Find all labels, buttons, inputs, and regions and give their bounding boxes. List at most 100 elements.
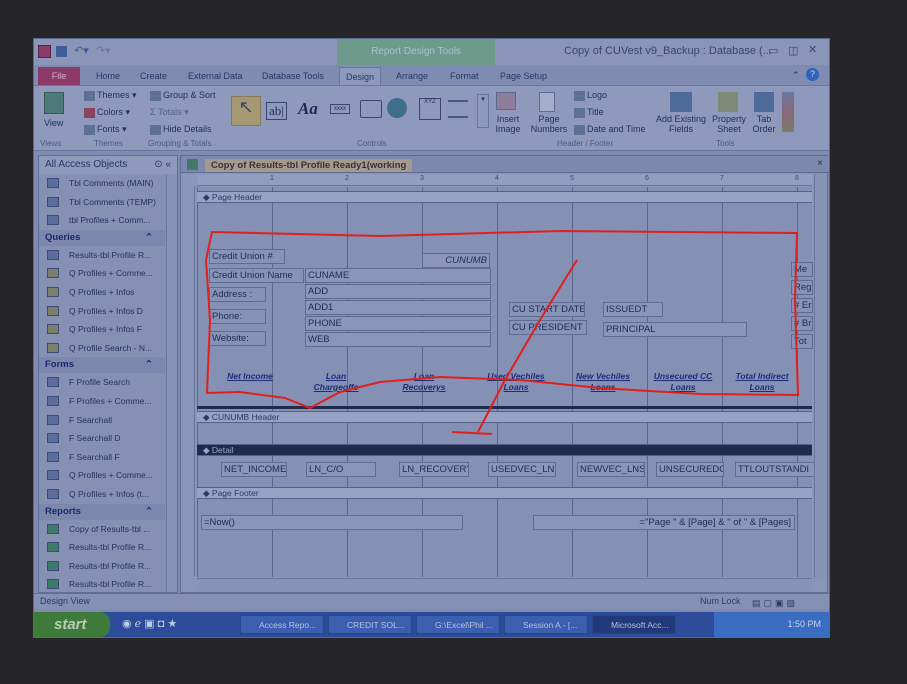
vertical-scrollbar[interactable] [814,174,827,578]
start-button[interactable]: start [34,612,110,637]
nav-item-table[interactable]: Tbl Comments (MAIN) [39,174,165,193]
hide-details-button[interactable]: Hide Details [150,124,212,135]
close-button[interactable]: ✕ [808,43,817,56]
cu-president-label[interactable]: CU PRESIDENT [509,320,587,335]
add1-field[interactable]: ADD1 [305,300,491,315]
fonts-button[interactable]: Fonts ▾ [84,124,127,135]
tab-file[interactable]: File [38,67,80,85]
nav-section-queries[interactable]: Queries ⌃ [39,229,165,246]
themes-button[interactable]: Themes ▾ [84,90,137,101]
tab-database-tools[interactable]: Database Tools [256,67,330,85]
tab-external-data[interactable]: External Data [182,67,249,85]
add-field[interactable]: ADD [305,284,491,299]
nav-item[interactable]: Results-tbl Profile R... [39,575,165,594]
column-header-label[interactable]: Net Income [219,371,281,382]
cut-off-label[interactable]: # Er [791,298,813,313]
cu-name-label[interactable]: Credit Union Name [209,268,304,283]
detail-field[interactable]: LN_C/O [306,462,376,477]
nav-section-reports[interactable]: Reports ⌃ [39,503,165,520]
property-sheet-button[interactable]: Property Sheet [710,114,748,134]
nav-item[interactable]: Q Profiles + Comme... [39,264,165,283]
now-field[interactable]: =Now() [201,515,463,530]
nav-item[interactable]: F Profiles + Comme... [39,392,165,411]
tab-order-button[interactable]: Tab Order [750,114,778,134]
nav-header[interactable]: All Access Objects ⊙ « [39,156,177,174]
column-header-label[interactable]: Loan Chargeoffs [305,371,367,393]
detail-field[interactable]: UNSECUREDCC [656,462,724,477]
page-count-field[interactable]: ="Page " & [Page] & " of " & [Pages] [533,515,795,530]
quick-launch-icons[interactable]: ◉ ℯ ▣ ◘ ★ [122,617,177,630]
detail-field[interactable]: LN_RECOVERY [399,462,469,477]
principal-field[interactable]: PRINCIPAL [603,322,747,337]
view-switcher-icons[interactable]: ▤▢▣▨ [752,596,798,611]
select-pointer-button[interactable]: ↖ [231,96,261,126]
colors-button[interactable]: Colors ▾ [84,107,130,118]
insert-image-button[interactable]: Insert Image [492,114,524,134]
cut-off-label[interactable]: Reg [791,280,813,295]
phone-label[interactable]: Phone: [209,309,266,324]
add-existing-fields-button[interactable]: Add Existing Fields [654,114,708,134]
taskbar-item[interactable]: CREDIT SOL... [328,615,412,634]
nav-item[interactable]: F Profile Search [39,373,165,392]
tab-control-button[interactable] [360,100,382,118]
detail-field[interactable]: USEDVEC_LNS [488,462,556,477]
issuedt-field[interactable]: ISSUEDT [603,302,663,317]
date-time-button[interactable]: Date and Time [574,124,646,135]
cu-number-label[interactable]: Credit Union # [209,249,285,264]
taskbar-item[interactable]: G:\Excel\Phil ... [416,615,500,634]
tab-design[interactable]: Design [339,67,382,85]
logo-button[interactable]: Logo [574,90,607,101]
tab-page-setup[interactable]: Page Setup [494,67,553,85]
cut-off-label[interactable]: Me [791,262,813,277]
column-header-label[interactable]: Unsecured CC Loans [652,371,714,393]
nav-item[interactable]: Results-tbl Profile R... [39,246,165,265]
nav-item[interactable]: Results-tbl Profile R... [39,538,165,557]
report-design-surface[interactable]: ◆ Page Header Credit Union # CUNUMB Cred… [197,187,815,577]
cunumb-field[interactable]: CUNUMB [422,253,490,268]
nav-item-table[interactable]: tbl Profiles + Comm... [39,211,165,230]
nav-item[interactable]: Q Profile Search - N... [39,339,165,358]
hyperlink-globe-icon[interactable] [387,98,407,118]
taskbar-item[interactable]: Access Repo... [240,615,324,634]
nav-item[interactable]: F Searchall F [39,448,165,467]
controls-more-button[interactable]: ▾ [477,94,489,128]
column-header-label[interactable]: Total Indirect Loans [731,371,793,393]
help-icon[interactable]: ? [806,68,819,81]
minimize-button[interactable]: ▭ [768,44,778,57]
collapse-nav-icon[interactable]: ⊙ « [154,156,171,174]
nav-item[interactable]: F Searchall [39,411,165,430]
document-tab[interactable]: Copy of Results-tbl Profile Ready1(worki… [181,156,829,173]
label-control-button[interactable]: Aa [298,99,318,119]
nav-item[interactable]: Results-tbl Profile R... [39,557,165,576]
nav-scrollbar[interactable] [166,174,177,592]
title-button[interactable]: Title [574,107,604,118]
page-footer-bar[interactable]: ◆ Page Footer [197,487,812,499]
nav-item[interactable]: Copy of Results-tbl ... [39,520,165,539]
button-control-button[interactable]: xxxx [330,104,350,114]
taskbar-item[interactable]: Session A - [... [504,615,588,634]
detail-field[interactable]: TTLOUTSTANDI [735,462,815,477]
redo-icon[interactable]: ↷▾ [96,44,111,57]
close-document-button[interactable]: × [817,158,823,169]
tools-small-icons[interactable] [782,92,794,132]
detail-field[interactable]: NEWVEC_LNS [577,462,645,477]
column-header-label[interactable]: Used Vechiles Loans [485,371,547,393]
column-header-label[interactable]: New Vechiles Loans [572,371,634,393]
view-button[interactable]: View [44,118,63,128]
nav-section-forms[interactable]: Forms ⌃ [39,357,165,374]
tab-format[interactable]: Format [444,67,485,85]
totals-button[interactable]: Σ Totals ▾ [150,107,189,118]
undo-icon[interactable]: ↶▾ [74,44,89,57]
cunumb-header-bar[interactable]: ◆ CUNUMB Header [197,411,812,423]
cuname-field[interactable]: CUNAME [305,268,491,283]
collapse-section-icon[interactable]: ⌃ [145,230,153,246]
taskbar-item-active[interactable]: Microsoft Acc... [592,615,676,634]
page-numbers-button[interactable]: Page Numbers [530,114,568,134]
group-sort-button[interactable]: Group & Sort [150,90,216,101]
tab-create[interactable]: Create [134,67,173,85]
page-header-bar[interactable]: ◆ Page Header [197,191,812,203]
line-list-icon[interactable] [448,100,468,118]
nav-item[interactable]: Q Profiles + Infos D [39,302,165,321]
phone-field[interactable]: PHONE [305,316,491,331]
restore-button[interactable]: ◫ [788,44,798,57]
